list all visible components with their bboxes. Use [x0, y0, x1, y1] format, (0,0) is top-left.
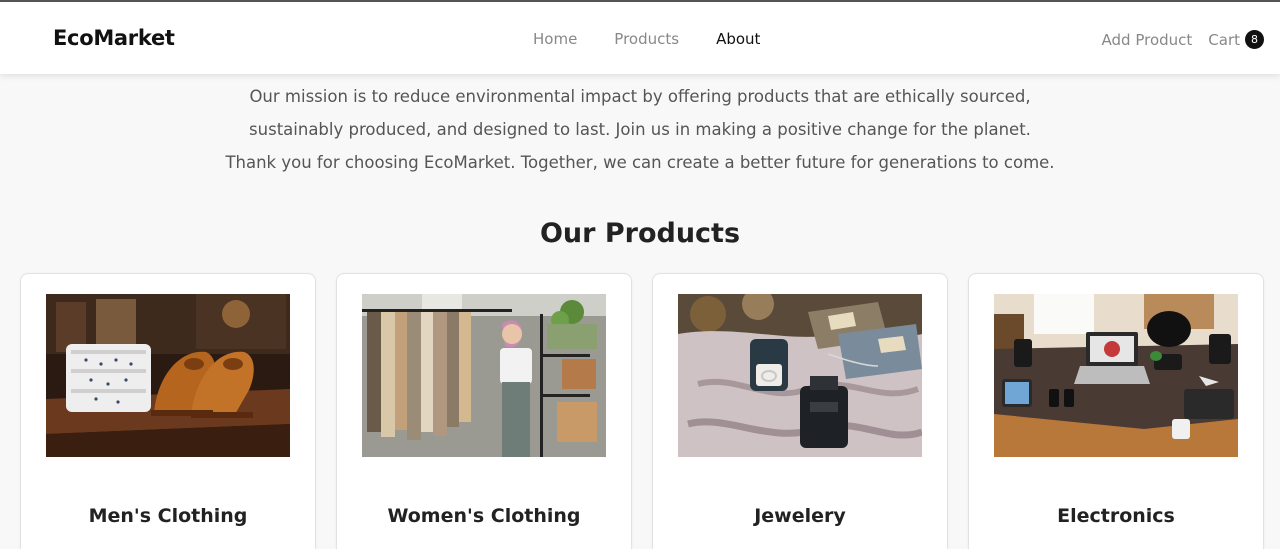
mission-statement: Our mission is to reduce environmental i…	[0, 80, 1280, 179]
category-card-womens-clothing[interactable]: Women's Clothing	[336, 273, 632, 549]
womens-clothing-image[interactable]	[362, 294, 606, 457]
category-card-jewelery[interactable]: Jewelery	[652, 273, 948, 549]
category-title[interactable]: Jewelery	[653, 505, 947, 527]
electronics-image[interactable]	[994, 294, 1238, 457]
main-nav: Home Products About	[533, 30, 797, 48]
category-card-mens-clothing[interactable]: Men's Clothing	[20, 273, 316, 549]
jewelery-image[interactable]	[678, 294, 922, 457]
mission-line: sustainably produced, and designed to la…	[249, 120, 1031, 139]
category-title[interactable]: Women's Clothing	[337, 505, 631, 527]
mens-clothing-image[interactable]	[46, 294, 290, 457]
nav-home-link[interactable]: Home	[533, 30, 577, 48]
category-title[interactable]: Electronics	[969, 505, 1263, 527]
cart-link[interactable]: Cart 8	[1208, 30, 1264, 49]
cart-count-badge: 8	[1245, 30, 1264, 49]
nav-about-link[interactable]: About	[716, 30, 760, 48]
nav-products-link[interactable]: Products	[614, 30, 679, 48]
category-card-electronics[interactable]: Electronics	[968, 273, 1264, 549]
header-actions: Add Product Cart 8	[1102, 30, 1264, 49]
mission-line: Thank you for choosing EcoMarket. Togeth…	[225, 153, 1055, 172]
section-title: Our Products	[539, 218, 741, 249]
category-title[interactable]: Men's Clothing	[21, 505, 315, 527]
cart-label: Cart	[1208, 30, 1240, 49]
site-header: EcoMarket Home Products About Add Produc…	[0, 2, 1280, 74]
brand-logo[interactable]: EcoMarket	[53, 26, 175, 50]
mission-line: Our mission is to reduce environmental i…	[249, 87, 1031, 106]
add-product-link[interactable]: Add Product	[1102, 31, 1193, 49]
